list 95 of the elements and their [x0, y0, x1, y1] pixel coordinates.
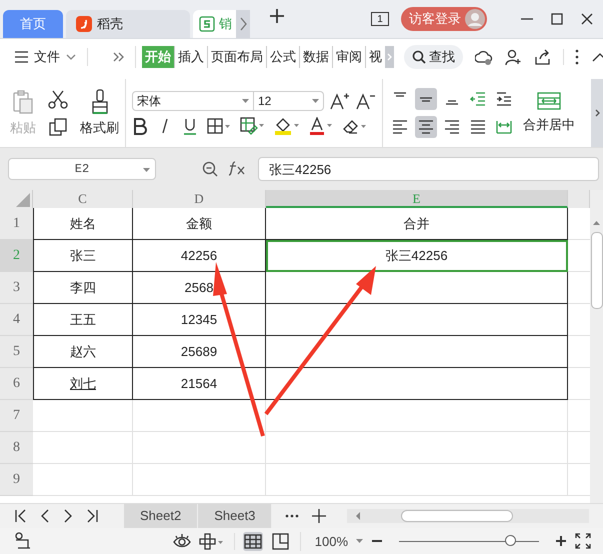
table-cell: 金额: [133, 208, 266, 240]
ribbon-tab[interactable]: 页面布局: [208, 46, 267, 68]
fill-color-icon[interactable]: [274, 117, 300, 135]
scroll-thumb[interactable]: [590, 232, 602, 309]
table-cell: 李四: [33, 272, 133, 304]
row-header[interactable]: 4: [0, 304, 33, 336]
merge-cells-icon: [537, 92, 561, 110]
table-cell: 赵六: [33, 336, 133, 368]
scroll-thumb[interactable]: [401, 510, 514, 522]
more-icon[interactable]: [563, 49, 580, 65]
ribbon-tab[interactable]: 插入: [175, 46, 208, 68]
zoom-icon[interactable]: [202, 161, 218, 177]
table-cell: 王五: [33, 304, 133, 336]
share-icon[interactable]: [534, 48, 551, 66]
caret-icon[interactable]: [356, 539, 363, 543]
page-view-icon[interactable]: [270, 532, 301, 550]
font-dropdown[interactable]: 宋体: [132, 91, 254, 111]
underline-icon[interactable]: [182, 117, 198, 135]
login-button[interactable]: 访客登录: [401, 7, 487, 31]
ribbon-tab[interactable]: 公式: [267, 46, 300, 68]
cut-icon[interactable]: [48, 89, 68, 109]
first-sheet-icon[interactable]: [14, 509, 27, 523]
chevron-right-icon[interactable]: [236, 10, 250, 38]
eraser-icon[interactable]: [342, 118, 367, 134]
ribbon-tab[interactable]: 审阅: [333, 46, 366, 68]
format-painter-button[interactable]: 格式刷: [80, 89, 119, 137]
menu-icon: [14, 49, 29, 65]
file-menu[interactable]: 文件: [14, 48, 88, 66]
grow-font-icon[interactable]: [330, 92, 350, 110]
freeze-icon[interactable]: [198, 532, 235, 550]
font-color-icon[interactable]: [309, 117, 333, 135]
borders-icon[interactable]: [207, 118, 231, 134]
spreadsheet-icon: [199, 16, 215, 32]
table-cell: 刘七: [33, 368, 133, 400]
font-size-dropdown[interactable]: 12: [254, 91, 324, 111]
search-icon: [412, 50, 426, 64]
cell-style-icon[interactable]: [240, 117, 265, 135]
flame-icon: [76, 16, 92, 32]
scroll-left-icon[interactable]: [355, 512, 362, 520]
column-header[interactable]: C: [33, 190, 133, 208]
table-cell: 姓名: [33, 208, 133, 240]
avatar-icon: [465, 9, 485, 29]
caret-icon: [143, 168, 150, 172]
shrink-font-icon[interactable]: [356, 92, 376, 110]
sheet-tab[interactable]: Sheet3: [198, 504, 272, 528]
normal-view-icon[interactable]: [242, 532, 263, 550]
row-header[interactable]: 1: [0, 208, 33, 240]
more-icon[interactable]: [285, 514, 300, 518]
name-box[interactable]: E2: [8, 158, 156, 180]
zoom-dropdown[interactable]: 100%: [314, 534, 348, 548]
next-sheet-icon[interactable]: [63, 509, 73, 523]
copy-icon[interactable]: [48, 117, 68, 137]
sheet-tab[interactable]: Sheet2: [124, 504, 198, 528]
document-tab[interactable]: 稻壳: [66, 10, 190, 38]
add-tab-icon[interactable]: [269, 8, 285, 24]
prev-sheet-icon[interactable]: [40, 509, 50, 523]
table-cell: 张三: [33, 240, 133, 272]
table-cell: 21564: [133, 368, 266, 400]
row-header[interactable]: 7: [0, 400, 33, 432]
align-middle-icon[interactable]: [415, 88, 437, 110]
add-user-icon[interactable]: [505, 48, 522, 66]
formula-field[interactable]: 张三42256: [258, 157, 599, 181]
caret-icon: [312, 99, 319, 103]
macro-icon[interactable]: [14, 532, 32, 550]
clipboard-icon: [12, 89, 34, 115]
maximize-icon[interactable]: [549, 11, 565, 27]
chevron-right-icon: [385, 51, 394, 63]
row-header[interactable]: 3: [0, 272, 33, 304]
scroll-up-icon[interactable]: [592, 220, 601, 226]
row-header[interactable]: 6: [0, 368, 33, 400]
align-center-icon[interactable]: [415, 116, 437, 138]
zoom-in-icon[interactable]: [555, 535, 567, 547]
bold-icon[interactable]: [132, 117, 148, 135]
ribbon-tab[interactable]: 视: [366, 46, 385, 68]
last-sheet-icon[interactable]: [86, 509, 99, 523]
table-cell: 张三42256: [266, 240, 568, 272]
row-header[interactable]: 9: [0, 464, 33, 496]
page-count-icon[interactable]: 1: [371, 12, 389, 26]
row-header[interactable]: 5: [0, 336, 33, 368]
table-cell: 25689: [133, 336, 266, 368]
double-chevron-icon[interactable]: [112, 50, 125, 64]
table-cell: 12345: [133, 304, 266, 336]
eye-icon[interactable]: [172, 532, 191, 550]
fullscreen-icon[interactable]: [575, 533, 591, 549]
ribbon-tab[interactable]: 数据: [300, 46, 333, 68]
add-sheet-icon[interactable]: [312, 509, 326, 523]
chevron-right-icon: [594, 108, 600, 118]
caret-icon: [242, 99, 249, 103]
row-header[interactable]: 8: [0, 432, 33, 464]
cloud-icon[interactable]: [475, 48, 493, 66]
close-icon[interactable]: [579, 11, 595, 27]
search-button[interactable]: 查找: [404, 45, 463, 69]
table-cell: 合并: [266, 208, 568, 240]
merge-center-button[interactable]: 合并居中: [523, 92, 575, 134]
column-header[interactable]: D: [133, 190, 266, 208]
